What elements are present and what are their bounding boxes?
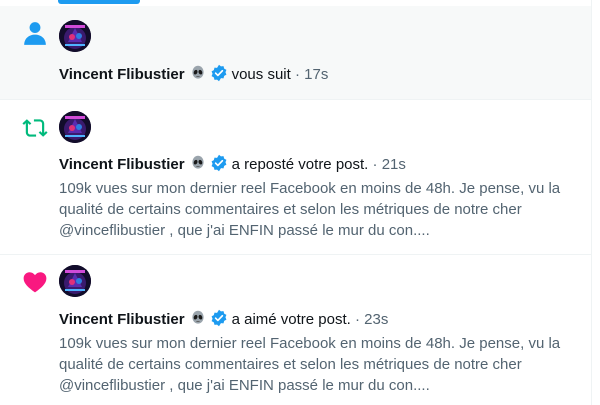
notification-header: Vincent Flibustier a aimé votre post. · 2… [59,309,388,330]
timestamp[interactable]: 23s [364,311,388,328]
verified-badge-icon [211,154,227,172]
notification-action: a aimé votre post. [231,311,351,328]
notification-action: a reposté votre post. [231,156,369,173]
person-icon [24,22,46,45]
avatar[interactable] [59,111,91,143]
notification-header: Vincent Flibustier vous suit · 17s [59,64,328,85]
separator: · [294,66,300,83]
heart-icon [23,272,47,293]
notification-repost[interactable]: Vincent Flibustier a reposté votre post. … [0,100,591,255]
user-name[interactable]: Vincent Flibustier [59,311,185,328]
active-tab-indicator [58,0,140,4]
notification-follow[interactable]: Vincent Flibustier vous suit · 17s [0,6,591,100]
alien-emoji-icon [191,155,204,169]
post-preview-text[interactable]: 109k vues sur mon dernier reel Facebook … [59,333,579,396]
verified-badge-icon [211,309,227,327]
user-name[interactable]: Vincent Flibustier [59,156,185,173]
timestamp[interactable]: 17s [304,66,328,83]
verified-badge-icon [211,64,227,82]
alien-emoji-icon [191,65,204,79]
notification-action: vous suit [231,66,291,83]
notification-like[interactable]: Vincent Flibustier a aimé votre post. · 2… [0,255,591,405]
separator: · [355,311,360,328]
alien-emoji-icon [191,310,204,324]
notification-header: Vincent Flibustier a reposté votre post. … [59,154,406,175]
user-name[interactable]: Vincent Flibustier [59,66,185,83]
avatar[interactable] [59,20,91,52]
post-preview-text[interactable]: 109k vues sur mon dernier reel Facebook … [59,178,579,241]
avatar[interactable] [59,265,91,297]
timestamp[interactable]: 21s [382,156,406,173]
repost-icon [22,119,48,137]
column-border [591,0,600,405]
separator: · [372,156,378,173]
